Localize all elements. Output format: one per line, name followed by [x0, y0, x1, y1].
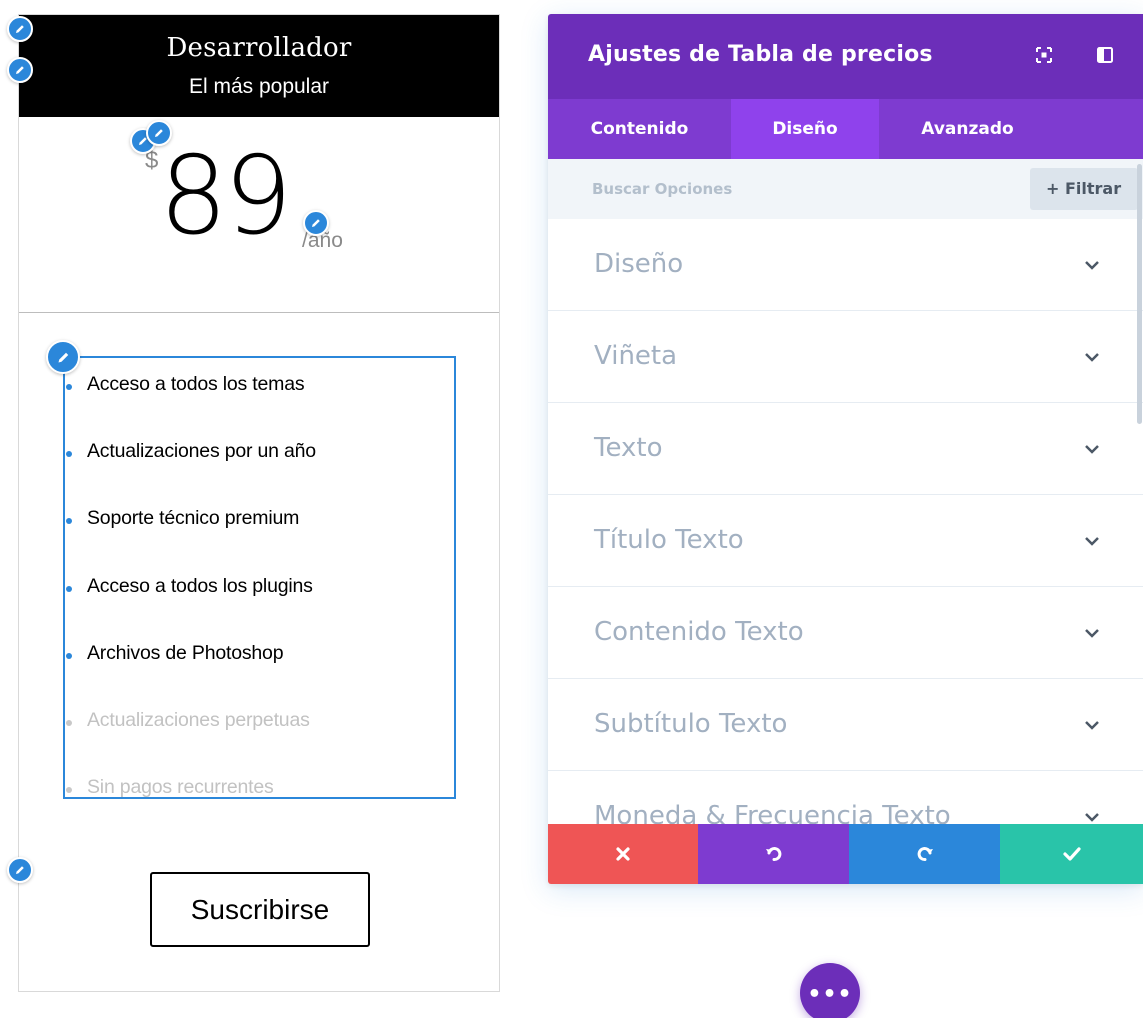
- pencil-icon: [16, 25, 24, 33]
- feature-item: Acceso a todos los temas: [65, 369, 455, 399]
- option-group-texto[interactable]: Texto: [548, 403, 1143, 495]
- bullet-icon: [66, 653, 72, 659]
- option-group-label: Contenido Texto: [594, 617, 804, 647]
- feature-item-excluded: Actualizaciones perpetuas: [65, 705, 455, 735]
- feature-text: Acceso a todos los temas: [87, 373, 305, 395]
- pricing-title[interactable]: Desarrollador: [19, 33, 499, 63]
- features-list[interactable]: Acceso a todos los temas Actualizaciones…: [63, 356, 456, 799]
- option-group-label: Título Texto: [594, 525, 744, 555]
- pencil-icon: [58, 352, 69, 363]
- option-group-label: Moneda & Frecuencia Texto: [594, 801, 951, 824]
- bullet-icon: [66, 384, 72, 390]
- undo-icon: [765, 847, 781, 861]
- filter-button[interactable]: + Filtrar: [1030, 168, 1138, 210]
- option-group-label: Subtítulo Texto: [594, 709, 788, 739]
- panel-actions: [548, 824, 1143, 884]
- pricing-header: Desarrollador El más popular: [19, 15, 499, 117]
- bullet-icon: [66, 451, 72, 457]
- settings-panel: Ajustes de Tabla de precios Contenido Di…: [548, 14, 1143, 884]
- more-options-button[interactable]: •••: [800, 963, 860, 1018]
- close-icon: [616, 847, 630, 861]
- option-group-subtitulo-texto[interactable]: Subtítulo Texto: [548, 679, 1143, 771]
- edit-price-pencil-icon[interactable]: [146, 120, 172, 146]
- search-input[interactable]: [592, 175, 1012, 203]
- sidebar-toggle-icon[interactable]: [1094, 44, 1116, 66]
- chevron-down-icon: [1085, 261, 1099, 270]
- feature-text: Actualizaciones perpetuas: [87, 709, 310, 731]
- pencil-icon: [16, 866, 24, 874]
- redo-button[interactable]: [849, 824, 1000, 884]
- search-row: + Filtrar: [548, 159, 1143, 219]
- more-icon: •••: [807, 982, 853, 1007]
- tab-diseno[interactable]: Diseño: [731, 99, 879, 159]
- panel-title: Ajustes de Tabla de precios: [588, 42, 933, 67]
- fullscreen-icon[interactable]: [1033, 44, 1055, 66]
- chevron-down-icon: [1085, 445, 1099, 454]
- panel-scrollbar[interactable]: [1137, 164, 1142, 424]
- pricing-subtitle[interactable]: El más popular: [19, 75, 499, 99]
- edit-button-pencil-icon[interactable]: [7, 857, 33, 883]
- pencil-icon: [16, 66, 24, 74]
- chevron-down-icon: [1085, 353, 1099, 362]
- check-icon: [1062, 847, 1081, 861]
- edit-frequency-pencil-icon[interactable]: [303, 210, 329, 236]
- feature-text: Soporte técnico premium: [87, 507, 300, 529]
- price-area: $ 89 /año: [19, 117, 499, 313]
- chevron-down-icon: [1085, 629, 1099, 638]
- option-group-diseno[interactable]: Diseño: [548, 219, 1143, 311]
- feature-item: Actualizaciones por un año: [65, 436, 455, 466]
- option-group-contenido-texto[interactable]: Contenido Texto: [548, 587, 1143, 679]
- bullet-icon: [66, 518, 72, 524]
- pencil-icon: [155, 129, 163, 137]
- tab-avanzado[interactable]: Avanzado: [879, 99, 1056, 159]
- option-group-moneda-frecuencia-texto[interactable]: Moneda & Frecuencia Texto: [548, 771, 1143, 824]
- feature-item: Acceso a todos los plugins: [65, 571, 455, 601]
- feature-item: Soporte técnico premium: [65, 503, 455, 533]
- edit-title-pencil-icon[interactable]: [7, 16, 33, 42]
- bullet-icon: [66, 586, 72, 592]
- chevron-down-icon: [1085, 537, 1099, 546]
- option-group-label: Diseño: [594, 249, 684, 279]
- option-group-label: Texto: [594, 433, 663, 463]
- feature-item: Archivos de Photoshop: [65, 638, 455, 668]
- pricing-table-card: Desarrollador El más popular $ 89 /año A…: [18, 14, 500, 992]
- chevron-down-icon: [1085, 721, 1099, 730]
- option-group-vineta[interactable]: Viñeta: [548, 311, 1143, 403]
- chevron-down-icon: [1085, 813, 1099, 822]
- feature-text: Actualizaciones por un año: [87, 440, 316, 462]
- feature-text: Acceso a todos los plugins: [87, 575, 313, 597]
- feature-item-excluded: Sin pagos recurrentes: [65, 772, 455, 802]
- undo-button[interactable]: [698, 824, 849, 884]
- edit-subtitle-pencil-icon[interactable]: [7, 57, 33, 83]
- option-group-titulo-texto[interactable]: Título Texto: [548, 495, 1143, 587]
- price-value[interactable]: 89: [159, 137, 292, 257]
- panel-header: Ajustes de Tabla de precios: [548, 14, 1143, 99]
- bullet-icon: [66, 787, 72, 793]
- feature-text: Archivos de Photoshop: [87, 642, 284, 664]
- bullet-icon: [66, 720, 72, 726]
- cancel-button[interactable]: [548, 824, 698, 884]
- option-group-label: Viñeta: [594, 341, 678, 371]
- panel-tabs: Contenido Diseño Avanzado: [548, 99, 1143, 159]
- subscribe-button[interactable]: Suscribirse: [150, 872, 370, 947]
- pencil-icon: [312, 219, 320, 227]
- redo-icon: [917, 847, 933, 861]
- tab-contenido[interactable]: Contenido: [548, 99, 731, 159]
- feature-text: Sin pagos recurrentes: [87, 776, 274, 798]
- edit-features-pencil-icon[interactable]: [46, 340, 80, 374]
- option-groups-list: Diseño Viñeta Texto Título Texto Conteni…: [548, 219, 1143, 824]
- save-button[interactable]: [1000, 824, 1143, 884]
